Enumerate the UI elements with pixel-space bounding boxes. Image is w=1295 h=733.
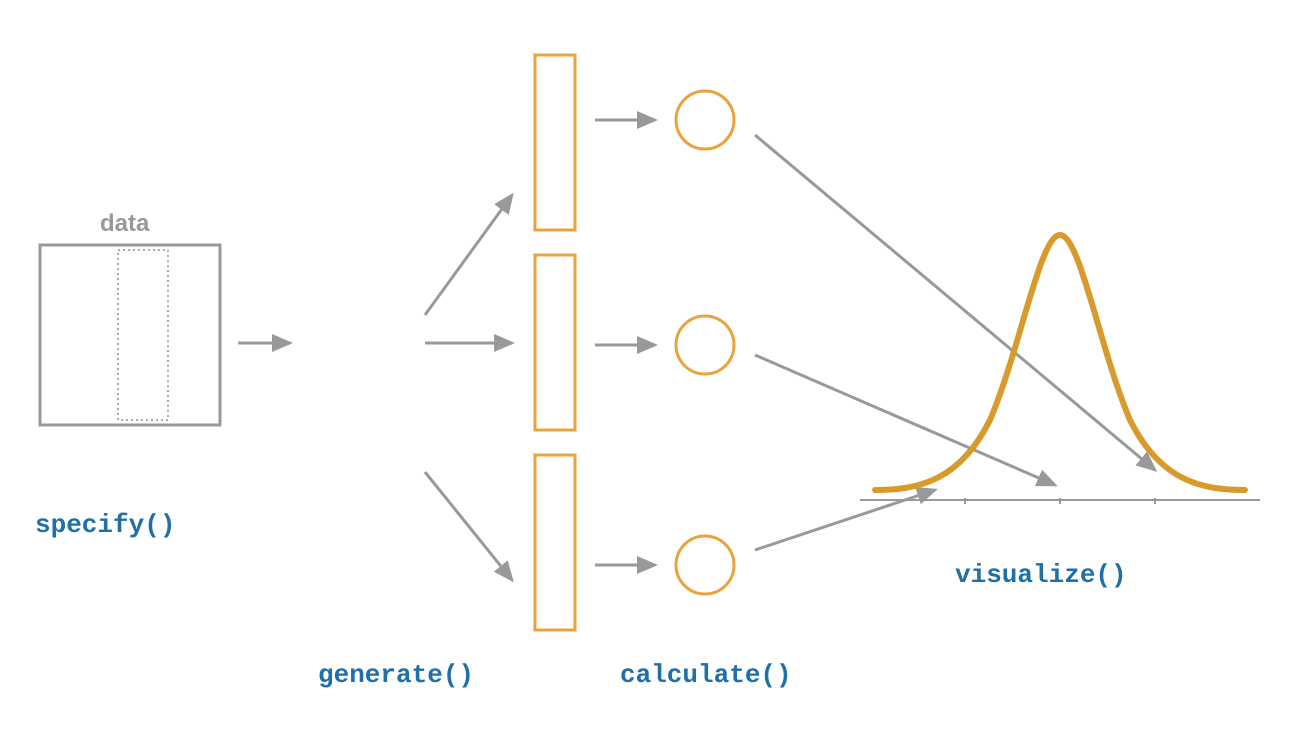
pipeline-diagram — [0, 0, 1295, 733]
stat-circle-3 — [676, 536, 734, 594]
arrow-viz-top — [755, 135, 1155, 470]
sample-rect-1 — [535, 55, 575, 230]
arrow-viz-mid — [755, 355, 1055, 485]
sample-rect-3 — [535, 455, 575, 630]
generate-label: generate() — [318, 660, 474, 690]
sample-rect-2 — [535, 255, 575, 430]
stat-circle-2 — [676, 316, 734, 374]
specify-label: specify() — [35, 510, 175, 540]
data-box — [40, 245, 220, 425]
calculate-label: calculate() — [620, 660, 792, 690]
arrow-gen-bot — [425, 472, 512, 580]
arrow-gen-top — [425, 195, 512, 315]
bell-curve — [875, 235, 1245, 490]
visualize-label: visualize() — [955, 560, 1127, 590]
stat-circle-1 — [676, 91, 734, 149]
data-label: data — [100, 210, 149, 238]
